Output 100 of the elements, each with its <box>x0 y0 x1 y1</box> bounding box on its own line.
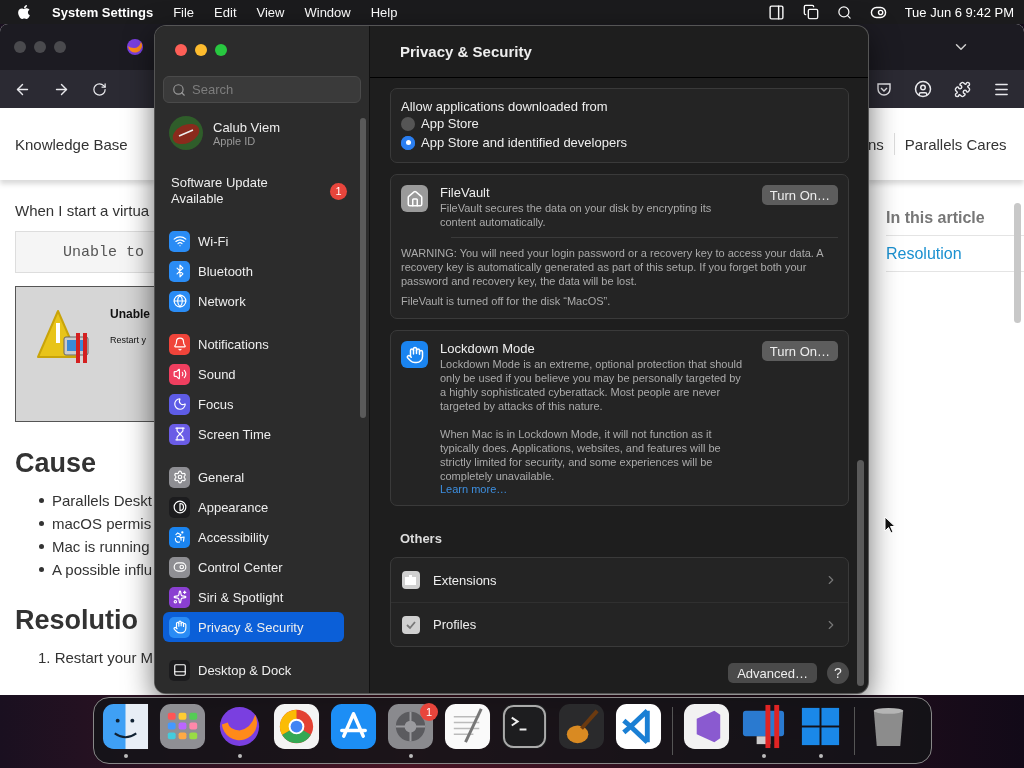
list-item: A possible influ <box>52 561 153 578</box>
paragraph: When I start a virtua <box>15 202 151 219</box>
fox-globe-icon[interactable] <box>126 38 144 56</box>
sidebar-item[interactable]: Network <box>163 286 344 316</box>
radio-icon[interactable] <box>401 135 415 150</box>
menu-item[interactable]: Help <box>370 4 398 20</box>
search-icon <box>172 83 186 97</box>
description: FileVault secures the data on your disk by encrypting its content automatically. <box>440 201 713 229</box>
sidebar-label: Network <box>198 293 246 309</box>
radio-icon[interactable] <box>401 116 415 131</box>
code-editor-icon[interactable] <box>615 703 662 750</box>
help-button[interactable]: ? <box>827 662 849 684</box>
update-label: Software Update Available <box>171 175 269 207</box>
scrollbar-thumb[interactable] <box>360 118 366 418</box>
sidebar-item[interactable]: Focus <box>163 389 344 419</box>
nav-link[interactable]: ns <box>868 135 884 153</box>
sidebar-label: Notifications <box>198 336 269 352</box>
turn-on-button[interactable]: Turn On… <box>761 185 838 205</box>
app-grid-icon[interactable] <box>159 703 206 750</box>
sidebar-label: Privacy & Security <box>198 619 304 635</box>
gear-icon[interactable] <box>387 703 434 750</box>
notepad-icon[interactable] <box>444 703 491 750</box>
close-button[interactable] <box>175 44 187 56</box>
sidebar-item[interactable]: Privacy & Security <box>163 612 344 642</box>
sidebar-item[interactable]: Control Center <box>163 552 344 582</box>
house-icon <box>401 185 428 212</box>
hand-icon <box>401 341 428 368</box>
sidebar-item[interactable]: Appearance <box>163 492 344 522</box>
section-heading: Others <box>399 531 443 546</box>
minimize-button[interactable] <box>195 44 207 56</box>
list-item: Mac is running <box>52 538 150 555</box>
account-icon[interactable] <box>914 80 932 98</box>
card-title: FileVault <box>440 185 491 200</box>
puzzle-icon[interactable] <box>954 80 971 98</box>
radio-option[interactable]: App Store <box>401 114 838 133</box>
turn-on-button[interactable]: Turn On… <box>761 341 838 361</box>
note-text: FileVault is turned off for the disk “MacOS”. <box>401 294 612 308</box>
sidebar-label: General <box>198 469 245 485</box>
monitor-icon[interactable] <box>740 703 787 750</box>
shield-chevron-icon[interactable] <box>876 81 892 97</box>
search-icon[interactable] <box>836 4 852 20</box>
account-item[interactable]: Calub Viem Apple ID <box>163 113 361 153</box>
code-block: Unable to <box>15 231 155 273</box>
sidebar-label: Screen Time <box>198 426 271 442</box>
radio-option[interactable]: App Store and identified developers <box>401 133 838 152</box>
guitar-icon[interactable] <box>558 703 605 750</box>
list-item: Parallels Deskt <box>52 492 153 509</box>
app-store-icon[interactable] <box>330 703 377 750</box>
update-item[interactable]: Software Update Available 1 <box>163 171 361 211</box>
note-text: WARNING: You will need your login password or a recovery key to access your data. A recovery key is automatically generated as part of this setup. If you forget both your password and recovery key, the data will be lost. <box>401 246 825 288</box>
learn-more-link[interactable]: Learn more… <box>440 483 508 495</box>
windows-icon[interactable] <box>802 4 819 20</box>
list-row[interactable]: Profiles <box>391 602 848 646</box>
menu-item[interactable]: Window <box>304 4 351 20</box>
sidebar-label: Desktop & Dock <box>198 662 292 678</box>
menu-item[interactable]: View <box>256 4 285 20</box>
menu-item[interactable]: Edit <box>214 4 237 20</box>
account-subtitle: Apple ID <box>213 134 257 147</box>
row-label: Profiles <box>433 617 477 632</box>
sidebar-item[interactable]: Bluetooth <box>163 256 344 286</box>
app-menu[interactable]: System Settings <box>52 4 154 20</box>
sidebar-item[interactable]: General <box>163 462 344 492</box>
advanced-button[interactable]: Advanced… <box>728 663 817 683</box>
sidebar-label: Appearance <box>198 499 269 515</box>
card-title: Lockdown Mode <box>440 341 536 356</box>
avatar-icon <box>169 116 203 150</box>
sidebar-item[interactable]: Siri & Spotlight <box>163 582 344 612</box>
sidebar-label: Sound <box>198 366 236 382</box>
sidebar-item[interactable]: Desktop & Dock <box>163 655 344 685</box>
zoom-button[interactable] <box>215 44 227 56</box>
bullet-icon <box>39 521 44 526</box>
section-heading: Resolutio <box>15 605 139 636</box>
sidebar-item[interactable]: Notifications <box>163 329 344 359</box>
scrollbar-thumb[interactable] <box>857 460 864 686</box>
menu-item[interactable]: File <box>173 4 195 20</box>
scrollbar-thumb[interactable] <box>1014 203 1021 323</box>
list-row[interactable]: Extensions <box>391 558 848 602</box>
sidebar-item[interactable]: Screen Time <box>163 419 344 449</box>
error-title: Unable <box>110 307 150 321</box>
reload-icon[interactable] <box>92 81 107 97</box>
terminal-icon[interactable] <box>501 703 548 750</box>
list-item: macOS permis <box>52 515 152 532</box>
puzzle-piece-icon <box>401 570 421 590</box>
sidebar-item[interactable]: Accessibility <box>163 522 344 552</box>
radio-label: App Store <box>421 116 479 131</box>
description: When Mac is in Lockdown Mode, it will not function as it typically does. Applications, websites, and features will be strictly limited for security, and some experiences will be completely unavailable. <box>440 427 722 483</box>
sidebar-label: Siri & Spotlight <box>198 589 284 605</box>
description: Lockdown Mode is an extreme, optional protection that should only be used if you believe you may be personally targeted by a highly sophisticated cyberattack. Most people are never targeted by attacks of this nature. <box>440 357 744 413</box>
smiling-face-icon[interactable] <box>102 703 149 750</box>
nav-link[interactable]: Knowledge Base <box>15 135 128 153</box>
check-badge-icon <box>401 614 421 635</box>
sidebar-icon[interactable] <box>767 3 785 21</box>
list-item: 1. Restart your M <box>38 649 154 666</box>
clock[interactable]: Tue Jun 6 9:42 PM <box>904 4 1014 20</box>
sidebar-item[interactable]: Sound <box>163 359 344 389</box>
group-title: Allow applications downloaded from <box>401 99 609 114</box>
sidebar-item[interactable]: Wi-Fi <box>163 226 344 256</box>
apple-icon[interactable] <box>16 4 32 20</box>
nav-link[interactable]: Parallels Cares <box>904 135 1007 153</box>
search-field[interactable]: Search <box>163 76 361 103</box>
